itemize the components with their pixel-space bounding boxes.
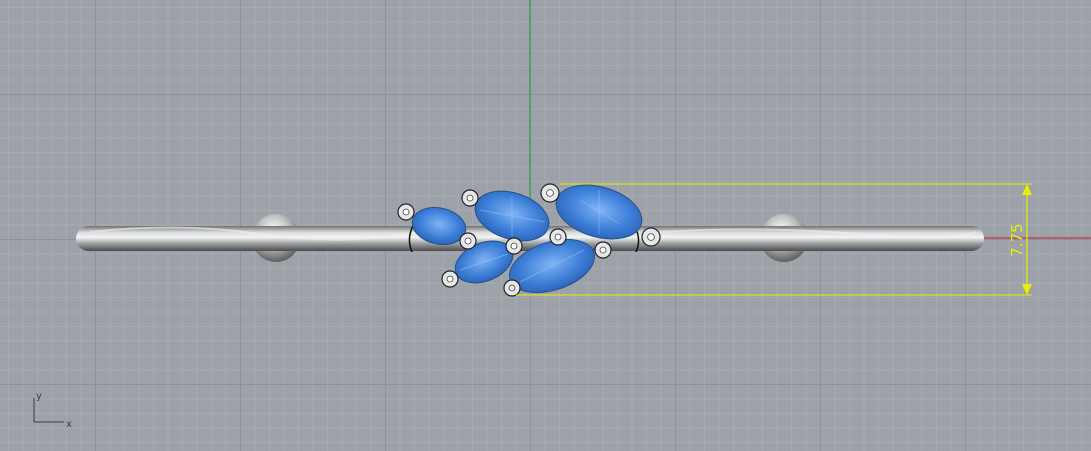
axis-triad: x y [33, 391, 72, 430]
prong[interactable] [505, 237, 523, 255]
rhino-top-viewport[interactable]: 7.75 x y [0, 0, 1091, 451]
viewport-scene: 7.75 x y [33, 0, 1091, 430]
dimension-value: 7.75 [1008, 223, 1026, 256]
prong[interactable] [641, 227, 661, 247]
prong[interactable] [594, 241, 612, 259]
prong[interactable] [441, 270, 459, 288]
dimension-arrow-top [1022, 184, 1032, 195]
triad-y-label: y [36, 391, 42, 402]
prong[interactable] [549, 228, 567, 246]
triad-x-label: x [66, 419, 72, 430]
prong[interactable] [503, 279, 521, 297]
prong[interactable] [461, 189, 479, 207]
dimension-arrow-bottom [1022, 284, 1032, 295]
prong[interactable] [459, 232, 477, 250]
prong[interactable] [540, 183, 560, 203]
prong[interactable] [397, 203, 415, 221]
